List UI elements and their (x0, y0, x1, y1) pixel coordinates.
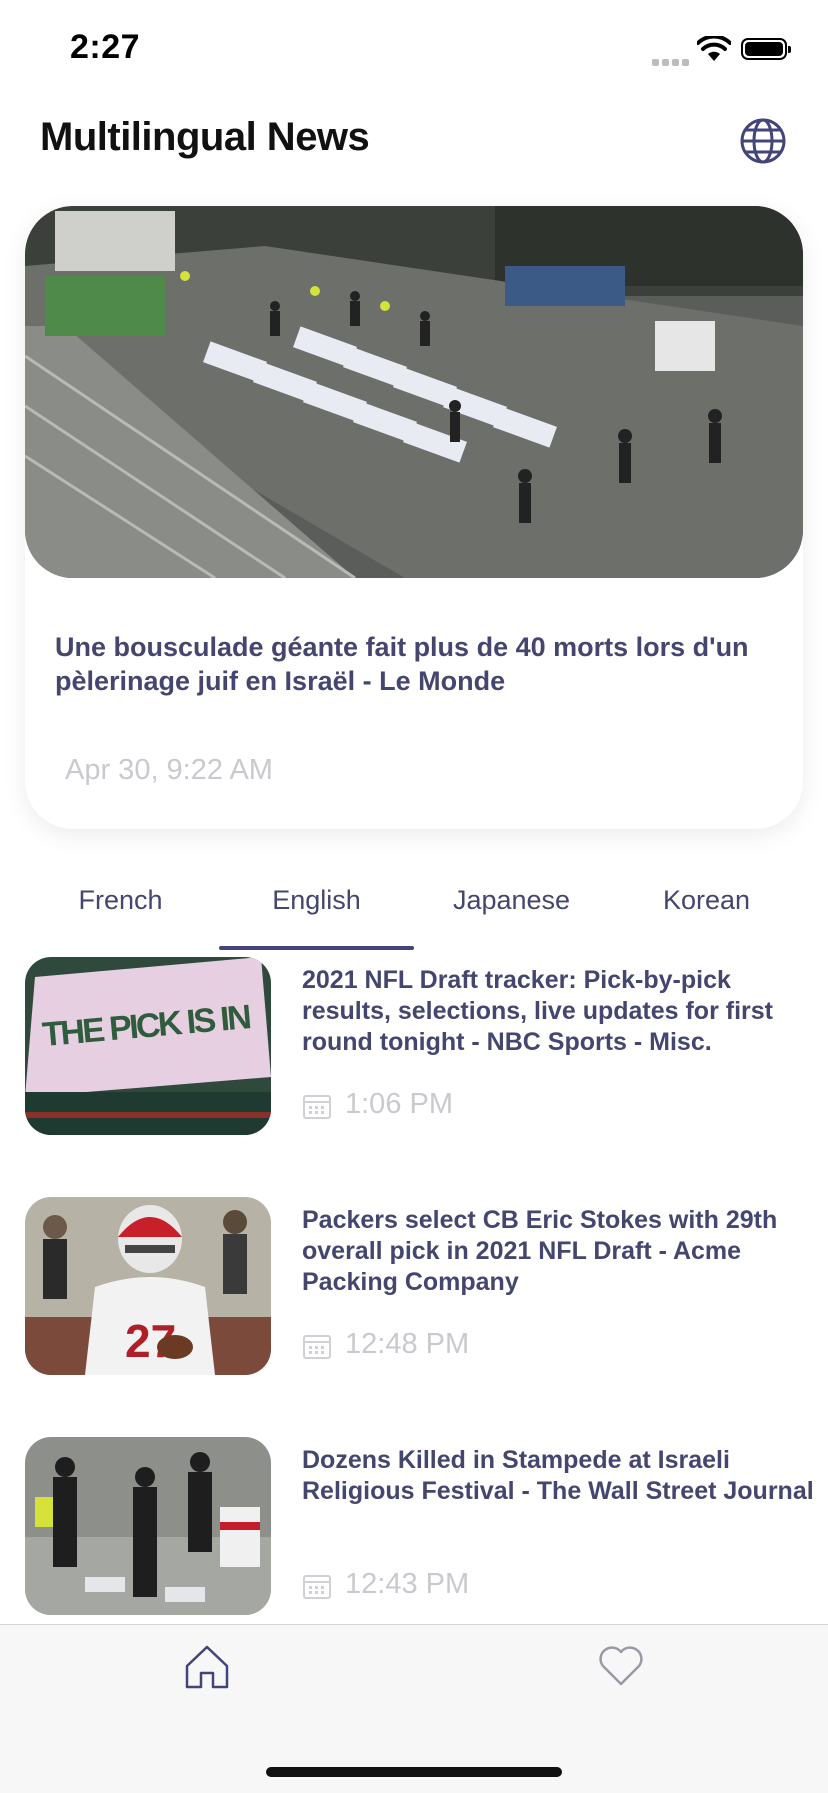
home-icon[interactable] (183, 1644, 231, 1690)
article-time-label: 1:06 PM (345, 1088, 453, 1120)
featured-article-card[interactable]: Une bousculade géante fait plus de 40 mo… (25, 206, 803, 829)
article-title: 2021 NFL Draft tracker: Pick-by-pick res… (302, 966, 773, 1056)
article-thumbnail: THE PICK IS IN (25, 957, 271, 1135)
calendar-icon (303, 1095, 331, 1119)
cellular-signal-icon (652, 53, 692, 71)
article-time-label: 12:43 PM (345, 1568, 470, 1600)
calendar-icon (303, 1335, 331, 1359)
home-indicator (266, 1767, 562, 1777)
tab-korean[interactable]: Korean (609, 885, 804, 916)
article-thumbnail (25, 1437, 271, 1615)
wifi-icon (697, 36, 731, 61)
list-item[interactable]: 27 Packers select CB Eric Stokes with 29… (25, 1197, 815, 1377)
featured-article-image (25, 206, 803, 578)
heart-icon[interactable] (597, 1644, 645, 1688)
article-title: Dozens Killed in Stampede at Israeli Rel… (302, 1446, 814, 1505)
article-time-label: 12:48 PM (345, 1328, 470, 1360)
tab-french[interactable]: French (23, 885, 218, 916)
status-bar: 2:27 (0, 0, 828, 100)
globe-icon (740, 118, 786, 164)
calendar-icon (303, 1575, 331, 1599)
language-button[interactable] (738, 116, 788, 166)
bottom-tab-bar (0, 1624, 828, 1793)
language-tabs: French English Japanese Korean (0, 875, 828, 950)
featured-article-date: Apr 30, 9:22 AM (65, 754, 273, 786)
featured-article-title: Une bousculade géante fait plus de 40 mo… (55, 632, 749, 696)
article-thumbnail: 27 (25, 1197, 271, 1375)
tab-english[interactable]: English (219, 885, 414, 916)
status-time: 2:27 (70, 28, 141, 66)
tab-japanese[interactable]: Japanese (414, 885, 609, 916)
tab-selected-indicator (219, 946, 414, 950)
list-item[interactable]: THE PICK IS IN 2021 NFL Draft tracker: P… (25, 957, 815, 1137)
battery-icon (741, 38, 791, 60)
list-item[interactable]: Dozens Killed in Stampede at Israeli Rel… (25, 1437, 815, 1617)
app-title: Multilingual News (40, 115, 370, 159)
article-title: Packers select CB Eric Stokes with 29th … (302, 1206, 778, 1296)
